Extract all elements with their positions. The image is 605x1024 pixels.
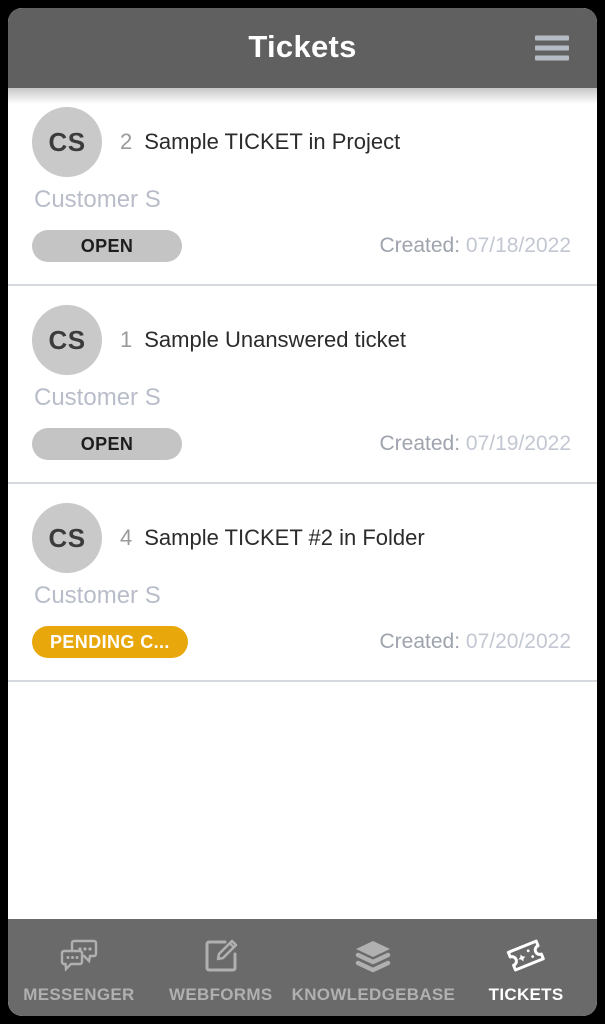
device-frame: Tickets CS 2 Sample TICKET in Project Cu… (0, 0, 605, 1024)
nav-item-knowledgebase[interactable]: KNOWLEDGEBASE (292, 919, 456, 1016)
ticket-number: 2 (120, 129, 133, 154)
nav-label-messenger: MESSENGER (23, 984, 135, 1004)
bottom-navigation: MESSENGER WEBFORMS KNOWLEDGEBASE TICKETS (8, 919, 597, 1016)
ticket-customer: Customer S (34, 582, 161, 609)
status-badge: PENDING C... (32, 626, 188, 658)
created-date: 07/20/2022 (465, 630, 571, 653)
nav-label-knowledgebase: KNOWLEDGEBASE (291, 984, 456, 1004)
ticket-meta-line: OPEN Created: 07/18/2022 (32, 230, 573, 262)
chat-bubbles-icon (59, 935, 99, 977)
created-label: Created: (379, 630, 461, 653)
nav-label-webforms: WEBFORMS (169, 984, 273, 1004)
avatar: CS (32, 305, 102, 375)
ticket-title: Sample Unanswered ticket (144, 327, 406, 352)
ticket-created: Created: 07/18/2022 (380, 234, 574, 258)
nav-item-webforms[interactable]: WEBFORMS (150, 919, 292, 1016)
avatar: CS (32, 107, 102, 177)
table-row[interactable]: CS 4 Sample TICKET #2 in Folder Customer… (8, 484, 597, 682)
layers-stack-icon (354, 935, 392, 977)
ticket-meta-line: OPEN Created: 07/19/2022 (32, 428, 573, 460)
ticket-header-line: CS 2 Sample TICKET in Project (32, 106, 573, 178)
ticket-header-line: CS 4 Sample TICKET #2 in Folder (32, 502, 573, 574)
ticket-customer: Customer S (34, 186, 161, 213)
ticket-created: Created: 07/19/2022 (380, 432, 574, 456)
table-row[interactable]: CS 2 Sample TICKET in Project Customer S… (8, 88, 597, 286)
ticket-list: CS 2 Sample TICKET in Project Customer S… (8, 88, 597, 919)
ticket-heading: 2 Sample TICKET in Project (120, 129, 400, 155)
page-title: Tickets (248, 29, 357, 64)
created-label: Created: (379, 234, 461, 257)
ticket-heading: 1 Sample Unanswered ticket (120, 327, 406, 353)
ticket-stub-icon (506, 935, 546, 977)
hamburger-bar-2 (535, 45, 569, 51)
form-pencil-icon (203, 935, 239, 977)
ticket-number: 1 (120, 327, 133, 352)
nav-item-tickets[interactable]: TICKETS (455, 919, 597, 1016)
app-screen: Tickets CS 2 Sample TICKET in Project Cu… (8, 8, 597, 1016)
status-badge: OPEN (32, 428, 182, 460)
nav-item-messenger[interactable]: MESSENGER (8, 919, 150, 1016)
created-date: 07/18/2022 (465, 234, 571, 257)
hamburger-menu-icon[interactable] (535, 35, 569, 61)
avatar: CS (32, 503, 102, 573)
ticket-created: Created: 07/20/2022 (380, 630, 574, 654)
ticket-header-line: CS 1 Sample Unanswered ticket (32, 304, 573, 376)
ticket-title: Sample TICKET in Project (144, 129, 401, 154)
ticket-meta-line: PENDING C... Created: 07/20/2022 (32, 626, 573, 658)
created-label: Created: (379, 432, 461, 455)
status-badge: OPEN (32, 230, 182, 262)
table-row[interactable]: CS 1 Sample Unanswered ticket Customer S… (8, 286, 597, 484)
created-date: 07/19/2022 (465, 432, 571, 455)
ticket-heading: 4 Sample TICKET #2 in Folder (120, 525, 425, 551)
ticket-customer: Customer S (34, 384, 161, 411)
nav-label-tickets: TICKETS (488, 984, 564, 1004)
hamburger-bar-1 (535, 35, 569, 41)
ticket-title: Sample TICKET #2 in Folder (144, 525, 425, 550)
hamburger-bar-3 (535, 55, 569, 61)
ticket-number: 4 (120, 525, 133, 550)
app-header: Tickets (8, 8, 597, 88)
